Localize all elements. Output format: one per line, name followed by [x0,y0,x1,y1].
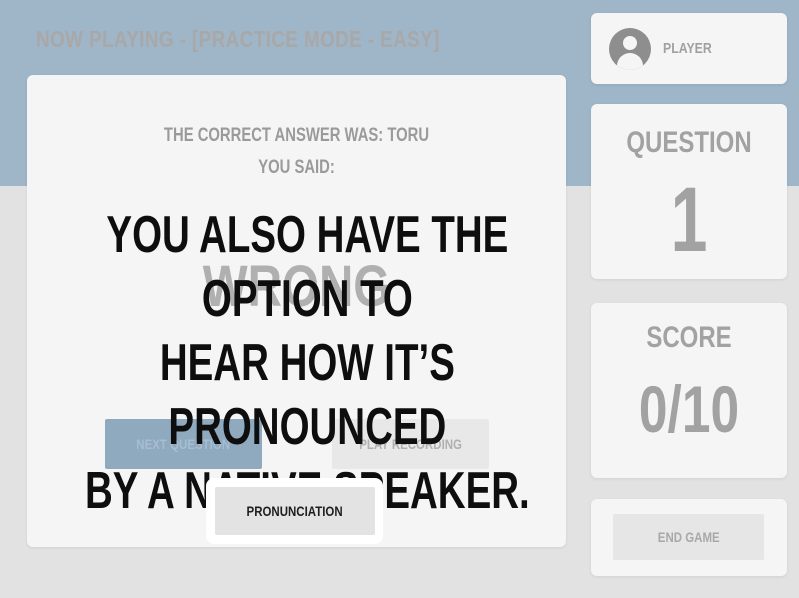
tutorial-message: YOU ALSO HAVE THE OPTION TO HEAR HOW IT’… [80,203,535,523]
pronunciation-button[interactable]: PRONUNCIATION [215,487,375,535]
tutorial-line-1: YOU ALSO HAVE THE OPTION TO [106,206,509,328]
tutorial-line-2: HEAR HOW IT’S PRONOUNCED [159,334,455,456]
pronunciation-label: PRONUNCIATION [246,503,344,519]
